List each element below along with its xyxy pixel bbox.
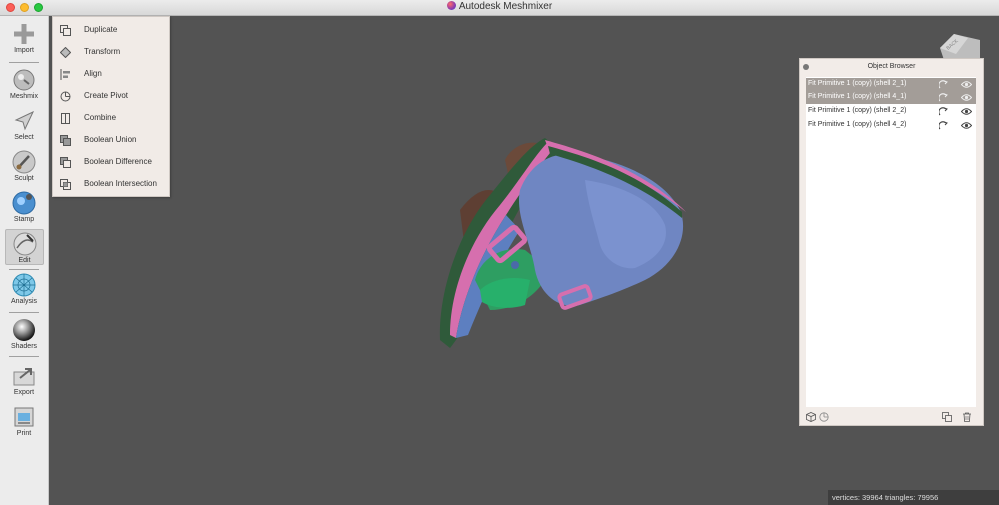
object-list: Fit Primitive 1 (copy) (shell 2_1) Fit P… (806, 77, 976, 407)
mesh-stats: vertices: 39964 triangles: 79956 (832, 493, 939, 502)
export-icon (13, 368, 35, 386)
meshmix-label: Meshmix (9, 93, 38, 100)
select-tool[interactable]: Select (0, 109, 48, 141)
menu-item-combine[interactable]: Combine (53, 110, 169, 128)
menu-item-label: Create Pivot (84, 91, 129, 100)
status-bar: vertices: 39964 triangles: 79956 (828, 490, 999, 505)
menu-item-create-pivot[interactable]: Create Pivot (53, 88, 169, 106)
shaders-tool[interactable]: Shaders (0, 318, 48, 350)
select-label: Select (14, 134, 34, 141)
mesh-model-viewport[interactable] (420, 120, 700, 360)
meshmix-icon (13, 69, 35, 91)
shader-sphere-icon (13, 319, 35, 341)
object-row[interactable]: Fit Primitive 1 (copy) (shell 2_1) (806, 78, 976, 91)
boolean-difference-icon (60, 157, 71, 168)
stamp-icon (12, 191, 36, 215)
combine-icon (61, 113, 70, 124)
brush-icon (12, 150, 36, 174)
object-row[interactable]: Fit Primitive 1 (copy) (shell 4_2) (806, 119, 976, 132)
menu-item-boolean-union[interactable]: Boolean Union (53, 132, 169, 150)
align-icon (60, 69, 70, 80)
sculpt-label: Sculpt (14, 175, 34, 182)
pivot-toggle-icon[interactable] (939, 93, 948, 102)
pivot-icon[interactable] (819, 412, 829, 422)
object-row-label: Fit Primitive 1 (copy) (shell 4_1) (808, 93, 907, 100)
object-browser-footer (800, 409, 983, 425)
object-row-label: Fit Primitive 1 (copy) (shell 2_1) (808, 80, 907, 87)
menu-item-label: Boolean Union (84, 135, 137, 144)
object-row-label: Fit Primitive 1 (copy) (shell 4_2) (808, 121, 907, 128)
visibility-eye-icon[interactable] (961, 107, 972, 116)
toolbar-divider (9, 269, 39, 270)
toolbar-divider (9, 62, 39, 63)
menu-item-label: Transform (84, 47, 121, 56)
menu-item-transform[interactable]: Transform (53, 44, 169, 62)
print-tool[interactable]: Print (0, 405, 48, 437)
print-label: Print (16, 430, 32, 437)
menu-item-boolean-intersection[interactable]: Boolean Intersection (53, 176, 169, 194)
boolean-union-icon (60, 135, 71, 146)
export-tool[interactable]: Export (0, 364, 48, 396)
select-arrow-icon (14, 110, 35, 131)
menu-item-label: Align (84, 69, 102, 78)
edit-label: Edit (18, 257, 31, 264)
boolean-intersection-icon (60, 179, 71, 190)
visibility-eye-icon[interactable] (961, 80, 972, 89)
menu-item-label: Duplicate (84, 25, 118, 34)
edit-menu: Duplicate Transform Align Create Pivot C… (52, 16, 170, 197)
object-row-label: Fit Primitive 1 (copy) (shell 2_2) (808, 107, 907, 114)
edit-tool[interactable]: Edit (5, 229, 44, 265)
cube-icon[interactable] (806, 412, 816, 422)
visibility-eye-icon[interactable] (961, 93, 972, 102)
main-toolbar: Import Meshmix Select Sculpt Stamp Edit … (0, 16, 49, 505)
menu-item-boolean-difference[interactable]: Boolean Difference (53, 154, 169, 172)
window-title-wrap: Autodesk Meshmixer (0, 1, 999, 12)
object-browser-header: Object Browser (800, 59, 983, 75)
pivot-toggle-icon[interactable] (939, 121, 948, 130)
menu-item-label: Boolean Difference (84, 157, 152, 166)
title-bar: Autodesk Meshmixer (0, 0, 999, 16)
import-label: Import (14, 47, 34, 54)
analysis-label: Analysis (10, 298, 38, 305)
meshmix-tool[interactable]: Meshmix (0, 68, 48, 100)
duplicate-icon[interactable] (942, 412, 952, 422)
object-browser-title: Object Browser (867, 63, 916, 70)
analysis-sphere-icon (12, 273, 36, 297)
menu-item-duplicate[interactable]: Duplicate (53, 22, 169, 40)
visibility-eye-icon[interactable] (961, 121, 972, 130)
sculpt-tool[interactable]: Sculpt (0, 150, 48, 182)
toolbar-divider (9, 312, 39, 313)
meshmixer-app-icon (446, 1, 456, 10)
object-row[interactable]: Fit Primitive 1 (copy) (shell 4_1) (806, 91, 976, 104)
import-tool[interactable]: Import (0, 22, 48, 54)
plus-icon (14, 24, 34, 44)
window-title: Autodesk Meshmixer (458, 1, 553, 12)
printer-icon (14, 407, 34, 427)
object-row[interactable]: Fit Primitive 1 (copy) (shell 2_2) (806, 105, 976, 118)
object-browser-panel: Object Browser Fit Primitive 1 (copy) (s… (799, 58, 984, 426)
stamp-label: Stamp (13, 216, 35, 223)
analysis-tool[interactable]: Analysis (0, 273, 48, 305)
shaders-label: Shaders (10, 343, 38, 350)
transform-icon (60, 47, 71, 58)
pivot-toggle-icon[interactable] (939, 107, 948, 116)
edit-icon (13, 232, 36, 256)
duplicate-icon (60, 25, 71, 36)
stamp-tool[interactable]: Stamp (0, 191, 48, 223)
pivot-icon (60, 91, 71, 102)
trash-icon[interactable] (962, 412, 972, 422)
menu-item-align[interactable]: Align (53, 66, 169, 84)
menu-item-label: Boolean Intersection (84, 179, 157, 188)
pivot-toggle-icon[interactable] (939, 80, 948, 89)
toolbar-divider (9, 356, 39, 357)
menu-item-label: Combine (84, 113, 117, 122)
export-label: Export (13, 389, 35, 396)
